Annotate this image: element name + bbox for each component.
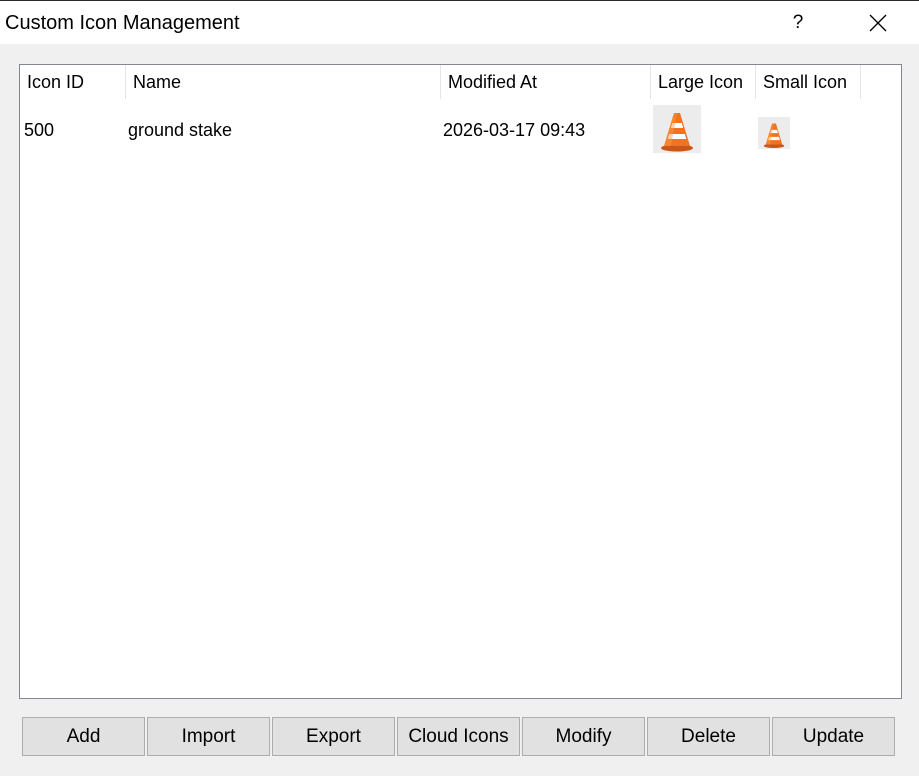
cell-small-icon (758, 117, 790, 149)
button-bar: Add Import Export Cloud Icons Modify Del… (22, 717, 897, 757)
window-title: Custom Icon Management (5, 12, 240, 34)
traffic-cone-icon (661, 113, 693, 152)
list-header: Icon ID Name Modified At Large Icon Smal… (20, 65, 901, 99)
cell-large-icon (653, 105, 701, 153)
import-button[interactable]: Import (147, 717, 270, 756)
delete-button[interactable]: Delete (647, 717, 770, 756)
cell-modified-at: 2026-03-17 09:43 (443, 120, 586, 140)
export-button[interactable]: Export (272, 717, 395, 756)
column-header-large-icon[interactable]: Large Icon (651, 65, 756, 99)
icon-list-view[interactable]: Icon ID Name Modified At Large Icon Smal… (19, 64, 902, 699)
column-header-modified-at[interactable]: Modified At (441, 65, 651, 99)
close-button[interactable] (850, 1, 906, 44)
help-button[interactable]: ? (770, 1, 826, 44)
column-header-small-icon[interactable]: Small Icon (756, 65, 861, 99)
close-icon (869, 14, 887, 31)
column-header-icon-id[interactable]: Icon ID (20, 65, 126, 99)
cloud-icons-button[interactable]: Cloud Icons (397, 717, 520, 756)
add-button[interactable]: Add (22, 717, 145, 756)
update-button[interactable]: Update (772, 717, 895, 756)
custom-icon-management-window: Custom Icon Management ? Icon ID Name Mo… (0, 0, 919, 776)
modify-button[interactable]: Modify (522, 717, 645, 756)
cell-name: ground stake (128, 120, 233, 140)
cell-icon-id: 500 (24, 120, 55, 140)
title-bar: Custom Icon Management ? (0, 1, 919, 44)
column-header-name[interactable]: Name (126, 65, 441, 99)
traffic-cone-icon (763, 123, 785, 149)
table-row[interactable]: 500 ground stake 2026-03-17 09:43 (20, 105, 901, 155)
